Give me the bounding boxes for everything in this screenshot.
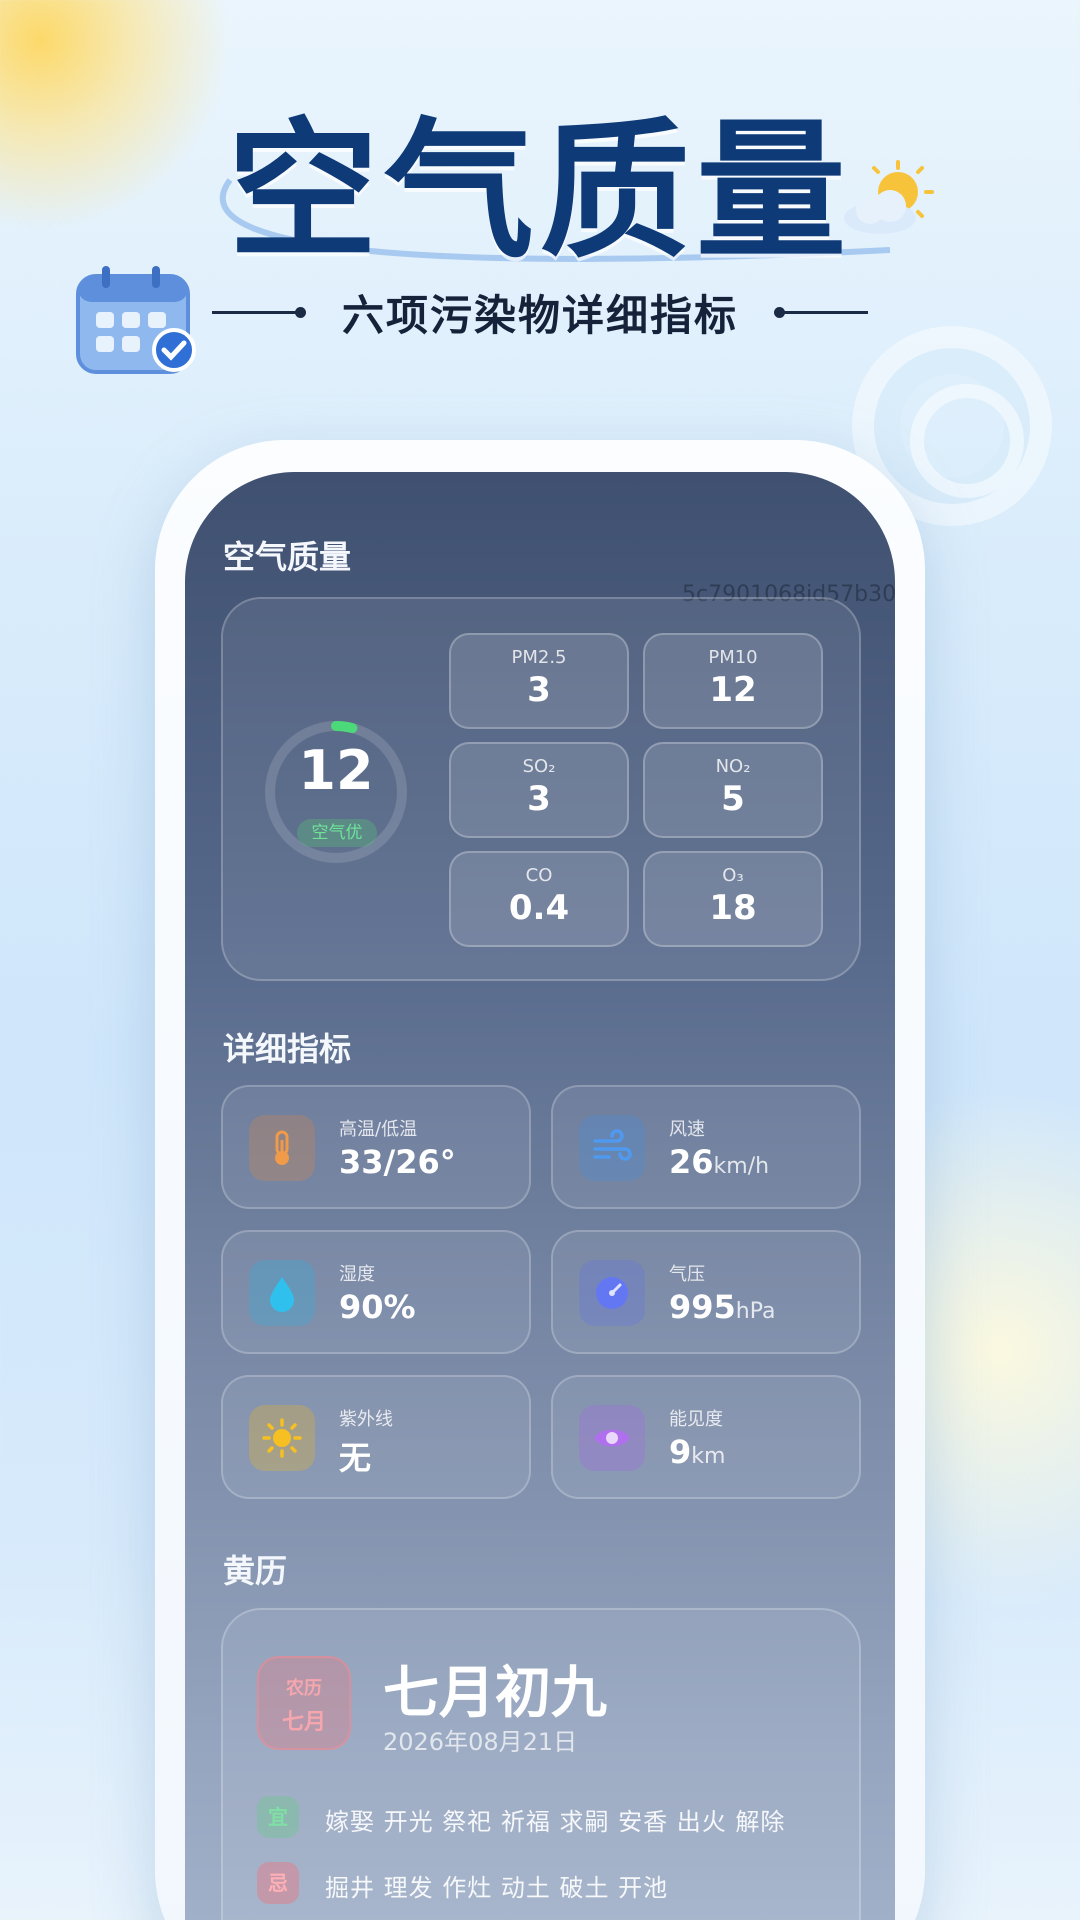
pollutant-name: CO — [525, 865, 553, 886]
pollutant-value: 12 — [709, 670, 757, 710]
pollutant-co[interactable]: CO 0.4 — [449, 851, 629, 947]
eye-icon — [579, 1405, 645, 1471]
metric-value: 90% — [339, 1288, 416, 1326]
metric-uv-index[interactable]: 紫外线 无 — [221, 1375, 531, 1499]
almanac-card[interactable]: 农历 七月 七月初九 2026年08月21日 宜 嫁娶 开光 祭祀 祈福 求嗣 … — [221, 1608, 861, 1920]
details-section-title: 详细指标 — [223, 1030, 352, 1068]
lunar-date: 七月初九 — [383, 1661, 607, 1726]
metric-visibility[interactable]: 能见度 9km — [551, 1375, 861, 1499]
pollutant-so2[interactable]: SO₂ 3 — [449, 742, 629, 838]
lunar-month-badge: 农历 七月 — [257, 1656, 351, 1750]
aqi-level-badge: 空气优 — [297, 819, 377, 847]
water-drop-icon — [249, 1260, 315, 1326]
metric-label: 高温/低温 — [339, 1119, 418, 1140]
pollutant-o3[interactable]: O₃ 18 — [643, 851, 823, 947]
avoid-tag: 忌 — [257, 1862, 299, 1904]
lunar-badge-top: 农历 — [286, 1678, 322, 1699]
pollutant-value: 5 — [721, 779, 745, 819]
suitable-tag: 宜 — [257, 1796, 299, 1838]
pollutant-name: PM10 — [708, 647, 758, 668]
pollutant-value: 0.4 — [508, 888, 570, 928]
metric-value: 9km — [669, 1433, 726, 1471]
metric-label: 气压 — [669, 1264, 705, 1285]
subtitle-row: 六项污染物详细指标 — [0, 282, 1080, 343]
air-quality-card[interactable]: 12 空气优 PM2.5 3 PM10 12 SO₂ 3 NO₂ 5 CO 0.… — [221, 597, 861, 981]
metric-wind-speed[interactable]: 风速 26km/h — [551, 1085, 861, 1209]
pollutant-name: PM2.5 — [511, 647, 567, 668]
pollutant-pm25[interactable]: PM2.5 3 — [449, 633, 629, 729]
metric-label: 能见度 — [669, 1409, 723, 1430]
solar-date: 2026年08月21日 — [383, 1728, 578, 1756]
metric-label: 紫外线 — [339, 1409, 393, 1430]
lunar-badge-bottom: 七月 — [281, 1710, 326, 1735]
thermometer-icon — [249, 1115, 315, 1181]
air-quality-section-title: 空气质量 — [223, 538, 352, 576]
pollutant-pm10[interactable]: PM10 12 — [643, 633, 823, 729]
metric-value: 26km/h — [669, 1143, 770, 1181]
metric-value: 33/26° — [339, 1143, 456, 1181]
pollutant-value: 3 — [527, 670, 551, 710]
sun-cloud-icon — [844, 160, 934, 234]
pollutant-value: 3 — [527, 779, 551, 819]
metric-humidity[interactable]: 湿度 90% — [221, 1230, 531, 1354]
subtitle-dash-right — [774, 307, 868, 318]
pollutant-name: O₃ — [722, 865, 744, 886]
pollutant-name: NO₂ — [715, 756, 751, 777]
pressure-gauge-icon — [579, 1260, 645, 1326]
pollutant-name: SO₂ — [522, 756, 556, 777]
subtitle-dash-left — [211, 307, 306, 318]
metric-label: 风速 — [669, 1119, 705, 1140]
phone-screen: 空气质量 5c7901068id57b30 12 空气优 PM2.5 3 PM1… — [185, 472, 895, 1920]
metric-pressure[interactable]: 气压 995hPa — [551, 1230, 861, 1354]
wind-icon — [579, 1115, 645, 1181]
metric-value: 995hPa — [669, 1288, 776, 1326]
metric-temperature[interactable]: 高温/低温 33/26° — [221, 1085, 531, 1209]
suitable-activities: 嫁娶 开光 祭祀 祈福 求嗣 安香 出火 解除 — [325, 1808, 786, 1836]
metric-label: 湿度 — [339, 1264, 375, 1285]
pollutant-no2[interactable]: NO₂ 5 — [643, 742, 823, 838]
metric-value: 无 — [339, 1439, 372, 1477]
almanac-section-title: 黄历 — [223, 1552, 288, 1590]
avoid-activities: 掘井 理发 作灶 动土 破土 开池 — [325, 1874, 669, 1902]
aqi-value: 12 — [298, 739, 374, 802]
hero-subtitle: 六项污染物详细指标 — [341, 291, 738, 340]
pollutant-value: 18 — [709, 888, 757, 928]
sun-icon — [249, 1405, 315, 1471]
